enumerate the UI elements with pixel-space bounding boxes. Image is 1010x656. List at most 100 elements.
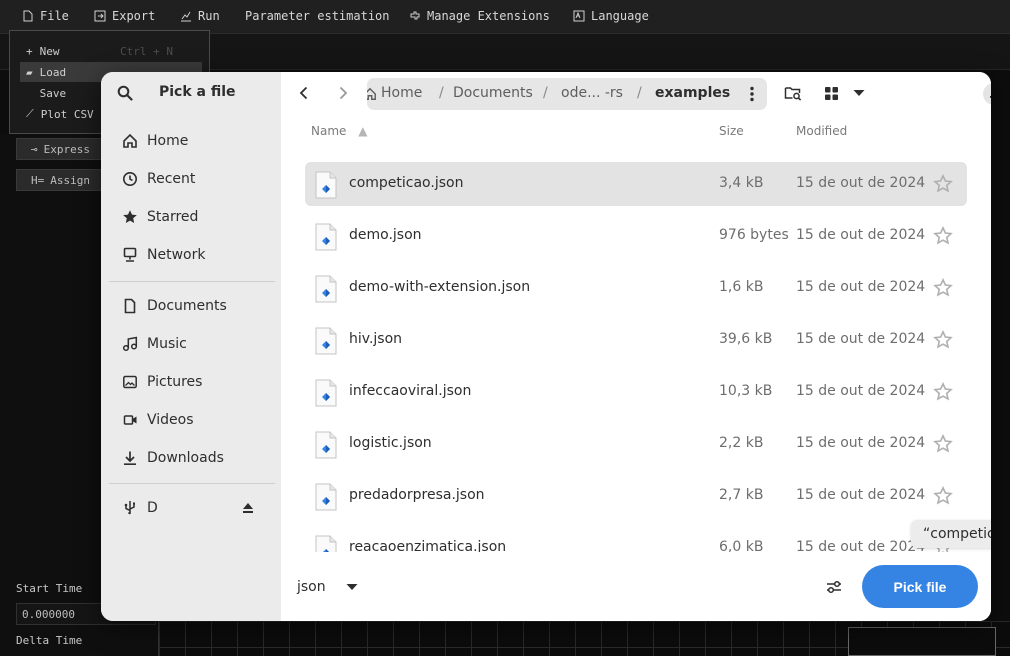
json-file-icon bbox=[315, 327, 337, 355]
place-recent[interactable]: Recent bbox=[109, 162, 273, 196]
file-size: 976 bytes bbox=[719, 227, 789, 243]
file-filter-select[interactable]: json bbox=[295, 574, 365, 600]
eject-button[interactable] bbox=[237, 497, 259, 519]
menu-export[interactable]: Export bbox=[94, 9, 155, 23]
file-filter-value: json bbox=[297, 579, 326, 595]
place-device-d[interactable]: D bbox=[109, 491, 229, 525]
file-row[interactable]: infeccaoviral.json 10,3 kB 15 de out de 20… bbox=[305, 370, 967, 414]
star-toggle-icon[interactable] bbox=[933, 226, 953, 246]
back-button[interactable] bbox=[288, 77, 320, 109]
new-icon: + bbox=[26, 44, 33, 58]
file-row[interactable]: demo-with-extension.json 1,6 kB 15 de out … bbox=[305, 266, 967, 310]
folder-open-icon: ▰ bbox=[26, 65, 33, 79]
document-icon bbox=[124, 298, 136, 314]
plot-legend-box bbox=[848, 627, 996, 656]
column-header-modified[interactable]: Modified bbox=[796, 124, 847, 138]
minimize-button[interactable] bbox=[983, 83, 991, 105]
json-file-icon bbox=[315, 431, 337, 459]
video-icon bbox=[123, 415, 137, 425]
place-documents-label: Documents bbox=[147, 298, 227, 314]
file-list: competicao.json 3,4 kB 15 de out de 2024 de… bbox=[281, 150, 991, 552]
menu-file[interactable]: File bbox=[22, 9, 69, 23]
place-downloads-label: Downloads bbox=[147, 450, 224, 466]
place-network[interactable]: Network bbox=[109, 238, 273, 272]
file-name: hiv.json bbox=[349, 331, 403, 347]
image-icon bbox=[123, 375, 137, 389]
place-pictures[interactable]: Pictures bbox=[109, 365, 273, 399]
file-row[interactable]: predadorpresa.json 2,7 kB 15 de out de 202… bbox=[305, 474, 967, 518]
file-modified: 15 de out de 2024 bbox=[796, 331, 926, 347]
eject-icon bbox=[243, 503, 253, 513]
place-documents[interactable]: Documents bbox=[109, 289, 273, 323]
file-size: 2,2 kB bbox=[719, 435, 764, 451]
assign-icon: H= bbox=[31, 173, 45, 187]
search-icon bbox=[117, 85, 133, 101]
file-row[interactable]: competicao.json 3,4 kB 15 de out de 2024 bbox=[305, 162, 967, 206]
filter-options-button[interactable] bbox=[819, 572, 849, 602]
menu-parameter-estimation[interactable]: Parameter estimation bbox=[245, 9, 390, 23]
download-icon bbox=[124, 451, 136, 466]
breadcrumb-documents[interactable]: Documents bbox=[453, 85, 533, 101]
place-starred-label: Starred bbox=[147, 209, 199, 225]
file-row[interactable]: reacaoenzimatica.json 6,0 kB 15 de out de … bbox=[305, 526, 967, 552]
view-options-dropdown[interactable] bbox=[845, 77, 873, 109]
file-row[interactable]: hiv.json 39,6 kB 15 de out de 2024 bbox=[305, 318, 967, 362]
breadcrumb-parent[interactable]: ode... -rs bbox=[561, 85, 623, 101]
app-menubar: File Export Run Parameter estimation Man… bbox=[0, 0, 1010, 34]
breadcrumb: Home / Documents / ode... -rs / examples bbox=[367, 78, 767, 110]
expressions-label: Express bbox=[43, 142, 90, 156]
star-toggle-icon[interactable] bbox=[933, 330, 953, 350]
sidebar-separator bbox=[109, 483, 275, 484]
star-toggle-icon[interactable] bbox=[933, 382, 953, 402]
dialog-main: Home / Documents / ode... -rs / examples bbox=[281, 72, 991, 621]
file-modified: 15 de out de 2024 bbox=[796, 383, 926, 399]
view-toggle-group bbox=[815, 77, 875, 109]
file-modified: 15 de out de 2024 bbox=[796, 435, 926, 451]
file-modified: 15 de out de 2024 bbox=[796, 227, 926, 243]
export-icon bbox=[94, 10, 106, 22]
path-menu-button[interactable] bbox=[739, 80, 765, 108]
breadcrumb-current[interactable]: examples bbox=[655, 85, 730, 101]
star-toggle-icon[interactable] bbox=[933, 174, 953, 194]
grid-icon bbox=[824, 86, 838, 100]
grid-view-button[interactable] bbox=[815, 77, 847, 109]
column-header-name[interactable]: Name ▲ bbox=[311, 124, 367, 138]
column-header-name-label: Name bbox=[311, 124, 347, 138]
file-row[interactable]: demo.json 976 bytes 15 de out de 2024 bbox=[305, 214, 967, 258]
new-folder-button[interactable] bbox=[777, 77, 809, 109]
json-file-icon bbox=[315, 171, 337, 199]
column-header-size[interactable]: Size bbox=[719, 124, 744, 138]
breadcrumb-home[interactable]: Home bbox=[381, 85, 422, 101]
network-icon bbox=[123, 247, 137, 262]
star-toggle-icon[interactable] bbox=[933, 434, 953, 454]
menu-manage-extensions[interactable]: Manage Extensions bbox=[409, 9, 550, 23]
place-home[interactable]: Home bbox=[109, 124, 273, 158]
menu-run[interactable]: Run bbox=[180, 9, 220, 23]
json-file-icon bbox=[315, 535, 337, 552]
star-toggle-icon[interactable] bbox=[933, 278, 953, 298]
menu-new[interactable]: + New Ctrl + N bbox=[20, 41, 202, 61]
file-size: 10,3 kB bbox=[719, 383, 773, 399]
menu-new-shortcut: Ctrl + N bbox=[120, 44, 173, 58]
folder-search-icon bbox=[784, 87, 802, 101]
place-downloads[interactable]: Downloads bbox=[109, 441, 273, 475]
place-videos-label: Videos bbox=[147, 412, 194, 428]
delta-time-label: Delta Time bbox=[16, 634, 83, 647]
chevron-right-icon bbox=[339, 86, 348, 100]
place-music[interactable]: Music bbox=[109, 327, 273, 361]
star-toggle-icon[interactable] bbox=[933, 486, 953, 506]
file-name: demo.json bbox=[349, 227, 422, 243]
place-videos[interactable]: Videos bbox=[109, 403, 273, 437]
music-icon bbox=[122, 336, 138, 352]
pick-file-button[interactable]: Pick file bbox=[862, 565, 978, 608]
json-file-icon bbox=[315, 223, 337, 251]
place-starred[interactable]: Starred bbox=[109, 200, 273, 234]
search-button[interactable] bbox=[109, 77, 141, 109]
json-file-icon bbox=[315, 275, 337, 303]
breadcrumb-separator: / bbox=[439, 85, 444, 101]
chevron-down-icon bbox=[346, 584, 358, 590]
puzzle-icon bbox=[410, 11, 420, 20]
menu-language[interactable]: Language bbox=[573, 9, 649, 23]
forward-button[interactable] bbox=[327, 77, 359, 109]
file-row[interactable]: logistic.json 2,2 kB 15 de out de 2024 bbox=[305, 422, 967, 466]
